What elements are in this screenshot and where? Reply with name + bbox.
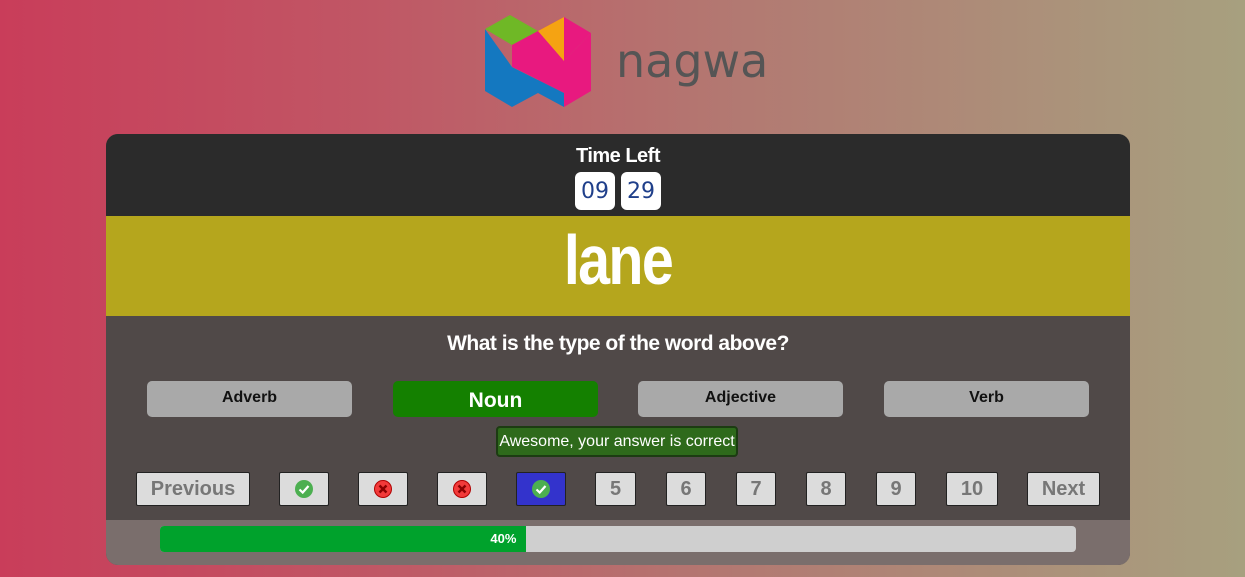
word-banner: lane xyxy=(106,216,1130,316)
brand-name: nagwa xyxy=(616,34,769,88)
question-nav-5[interactable]: 5 xyxy=(595,472,636,506)
answer-feedback: Awesome, your answer is correct xyxy=(496,426,738,457)
option-adverb-button[interactable]: Adverb xyxy=(147,381,352,417)
timer-seconds: 29 xyxy=(621,172,661,210)
previous-button[interactable]: Previous xyxy=(136,472,250,506)
nagwa-logo: nagwa xyxy=(484,15,768,110)
option-adjective-button[interactable]: Adjective xyxy=(638,381,843,417)
progress-fill: 40% xyxy=(160,526,527,552)
check-circle-icon xyxy=(532,480,550,498)
question-nav-10[interactable]: 10 xyxy=(946,472,998,506)
progress-label: 40% xyxy=(490,531,517,546)
option-verb-button[interactable]: Verb xyxy=(884,381,1089,417)
progress-area: 40% xyxy=(106,520,1130,565)
x-circle-icon xyxy=(374,480,392,498)
timer-minutes: 09 xyxy=(575,172,615,210)
question-nav-8[interactable]: 8 xyxy=(806,472,846,506)
question-nav-3[interactable] xyxy=(437,472,487,506)
next-button[interactable]: Next xyxy=(1027,472,1100,506)
question-nav-2[interactable] xyxy=(358,472,408,506)
question-nav-1[interactable] xyxy=(279,472,329,506)
question-nav-7[interactable]: 7 xyxy=(736,472,776,506)
progress-bar: 40% xyxy=(160,526,1076,552)
nagwa-logo-icon xyxy=(485,15,591,107)
quiz-card: Time Left 09 29 lane What is the type of… xyxy=(106,134,1130,565)
check-circle-icon xyxy=(295,480,313,498)
quiz-word: lane xyxy=(563,221,674,299)
option-noun-button[interactable]: Noun xyxy=(393,381,598,417)
question-nav-9[interactable]: 9 xyxy=(876,472,916,506)
x-circle-icon xyxy=(453,480,471,498)
timer-bar: Time Left 09 29 xyxy=(106,134,1130,216)
question-prompt: What is the type of the word above? xyxy=(447,332,789,355)
question-nav-6[interactable]: 6 xyxy=(666,472,706,506)
question-nav-4[interactable] xyxy=(516,472,566,506)
time-left-label: Time Left xyxy=(575,145,661,167)
